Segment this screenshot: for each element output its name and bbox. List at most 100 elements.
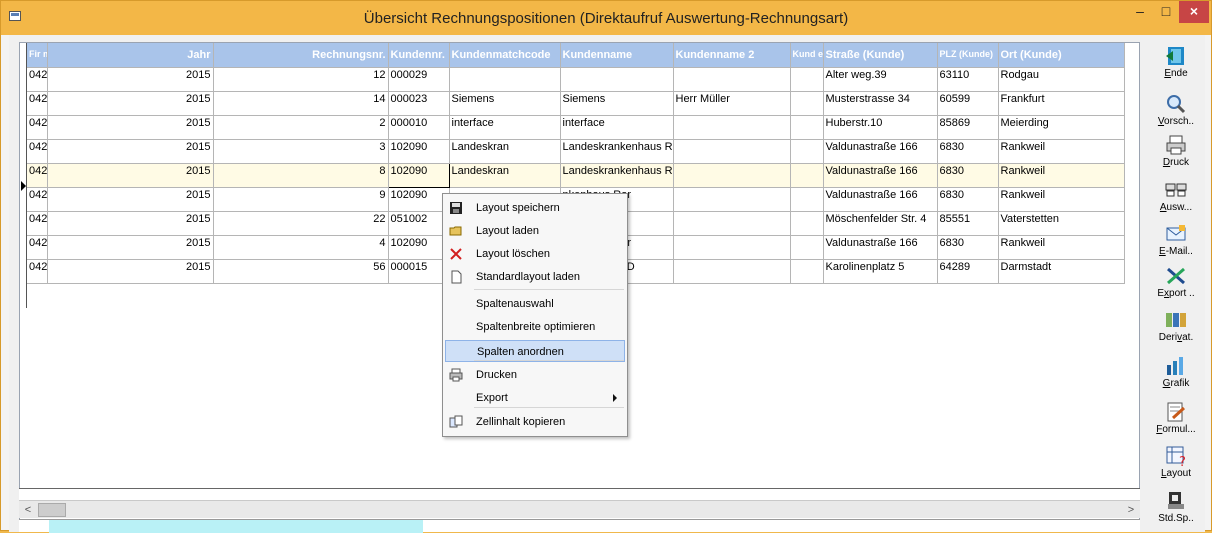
context-menu-item-drucken[interactable]: Drucken bbox=[445, 364, 625, 386]
cell-kundenna[interactable] bbox=[790, 259, 824, 284]
context-menu-item-layout-laden[interactable]: Layout laden bbox=[445, 220, 625, 242]
cell-plz[interactable]: 6830 bbox=[937, 187, 999, 212]
cell-matchcode[interactable]: Landeskran bbox=[449, 139, 561, 164]
cell-kundenna[interactable] bbox=[790, 115, 824, 140]
cell-rechnungsnr[interactable]: 14 bbox=[213, 91, 389, 116]
cell-kundennr[interactable]: 000023 bbox=[388, 91, 450, 116]
cell-plz[interactable]: 85551 bbox=[937, 211, 999, 236]
cell-kundenname2[interactable] bbox=[673, 187, 791, 212]
cell-firm[interactable]: 042 bbox=[27, 163, 48, 188]
cell-plz[interactable]: 64289 bbox=[937, 259, 999, 284]
cell-kundenname[interactable]: Landeskrankenhaus Rar bbox=[560, 163, 674, 188]
cell-kundennr[interactable]: 000010 bbox=[388, 115, 450, 140]
cell-matchcode[interactable] bbox=[449, 67, 561, 92]
cell-matchcode[interactable]: interface bbox=[449, 115, 561, 140]
cell-kundenname2[interactable] bbox=[673, 235, 791, 260]
cell-firm[interactable]: 042 bbox=[27, 259, 48, 284]
context-menu-item-layout-speichern[interactable]: Layout speichern bbox=[445, 197, 625, 219]
scroll-left-button[interactable]: < bbox=[21, 503, 35, 517]
cell-jahr[interactable]: 2015 bbox=[47, 211, 214, 236]
cell-ort[interactable]: Darmstadt bbox=[998, 259, 1125, 284]
close-button[interactable]: × bbox=[1179, 1, 1209, 23]
cell-ort[interactable]: Rodgau bbox=[998, 67, 1125, 92]
cell-plz[interactable]: 6830 bbox=[937, 235, 999, 260]
column-header-matchcode[interactable]: Kundenmatchcode bbox=[449, 43, 561, 68]
maximize-button[interactable]: □ bbox=[1153, 1, 1179, 23]
column-header-kundenna[interactable]: Kund enna bbox=[790, 43, 824, 68]
cell-matchcode[interactable]: Siemens bbox=[449, 91, 561, 116]
cell-kundenna[interactable] bbox=[790, 187, 824, 212]
cell-kundenna[interactable] bbox=[790, 211, 824, 236]
cell-kundenna[interactable] bbox=[790, 67, 824, 92]
cell-jahr[interactable]: 2015 bbox=[47, 139, 214, 164]
cell-jahr[interactable]: 2015 bbox=[47, 115, 214, 140]
cell-kundenname2[interactable] bbox=[673, 67, 791, 92]
cell-strasse[interactable]: Karolinenplatz 5 bbox=[823, 259, 938, 284]
context-menu-item-spaltenbreite-optimieren[interactable]: Spaltenbreite optimieren bbox=[445, 316, 625, 338]
toolbar-grafik-button[interactable]: Grafik bbox=[1148, 355, 1204, 389]
column-header-ort[interactable]: Ort (Kunde) bbox=[998, 43, 1125, 68]
cell-firm[interactable]: 042 bbox=[27, 67, 48, 92]
context-menu-item-spaltenauswahl[interactable]: Spaltenauswahl bbox=[445, 293, 625, 315]
cell-kundenname[interactable]: Landeskrankenhaus Rar bbox=[560, 139, 674, 164]
cell-kundennr[interactable]: 000015 bbox=[388, 259, 450, 284]
cell-matchcode[interactable]: Landeskran bbox=[449, 163, 561, 188]
cell-strasse[interactable]: Möschenfelder Str. 4 bbox=[823, 211, 938, 236]
cell-kundenna[interactable] bbox=[790, 91, 824, 116]
cell-rechnungsnr[interactable]: 2 bbox=[213, 115, 389, 140]
toolbar-stdsp-button[interactable]: Std.Sp.. bbox=[1148, 490, 1204, 524]
table-row[interactable]: 042 2015 14 000023 Siemens Siemens Herr Müller… bbox=[27, 91, 1125, 116]
context-menu-item-layout-löschen[interactable]: Layout löschen bbox=[445, 243, 625, 265]
minimize-button[interactable]: – bbox=[1127, 1, 1153, 23]
cell-rechnungsnr[interactable]: 12 bbox=[213, 67, 389, 92]
cell-strasse[interactable]: Valdunastraße 166 bbox=[823, 139, 938, 164]
cell-ort[interactable]: Meierding bbox=[998, 115, 1125, 140]
cell-strasse[interactable]: Valdunastraße 166 bbox=[823, 235, 938, 260]
toolbar-email-button[interactable]: E-Mail.. bbox=[1148, 223, 1204, 257]
cell-plz[interactable]: 6830 bbox=[937, 163, 999, 188]
table-row[interactable]: 042 2015 8 102090 Landeskran Landeskrankenhau… bbox=[27, 162, 1125, 188]
context-menu-item-zellinhalt-kopieren[interactable]: Zellinhalt kopieren bbox=[445, 411, 625, 433]
cell-kundennr[interactable]: 000029 bbox=[388, 67, 450, 92]
cell-jahr[interactable]: 2015 bbox=[47, 91, 214, 116]
cell-ort[interactable]: Rankweil bbox=[998, 187, 1125, 212]
toolbar-export-button[interactable]: Export .. bbox=[1148, 265, 1204, 299]
cell-firm[interactable]: 042 bbox=[27, 187, 48, 212]
toolbar-layout-button[interactable]: ? Layout bbox=[1148, 445, 1204, 479]
column-header-kundenname[interactable]: Kundenname bbox=[560, 43, 674, 68]
context-menu-item-standardlayout-laden[interactable]: Standardlayout laden bbox=[445, 266, 625, 288]
cell-kundenname[interactable]: Siemens bbox=[560, 91, 674, 116]
column-header-plz[interactable]: PLZ (Kunde) bbox=[937, 43, 999, 68]
scroll-right-button[interactable]: > bbox=[1124, 503, 1138, 517]
column-header-jahr[interactable]: Jahr bbox=[47, 43, 214, 68]
cell-rechnungsnr[interactable]: 9 bbox=[213, 187, 389, 212]
cell-kundenna[interactable] bbox=[790, 163, 824, 188]
cell-plz[interactable]: 60599 bbox=[937, 91, 999, 116]
cell-kundenname2[interactable] bbox=[673, 211, 791, 236]
table-row[interactable]: 042 2015 12 000029 Alter weg.39 63110 Rodgau bbox=[27, 67, 1125, 92]
cell-kundennr[interactable]: 102090 bbox=[388, 235, 450, 260]
cell-strasse[interactable]: Alter weg.39 bbox=[823, 67, 938, 92]
cell-kundenname[interactable]: interface bbox=[560, 115, 674, 140]
cell-ort[interactable]: Rankweil bbox=[998, 139, 1125, 164]
cell-jahr[interactable]: 2015 bbox=[47, 163, 214, 188]
toolbar-formul-button[interactable]: Formul... bbox=[1148, 401, 1204, 435]
scroll-thumb[interactable] bbox=[38, 503, 66, 517]
cell-strasse[interactable]: Valdunastraße 166 bbox=[823, 163, 938, 188]
cell-firm[interactable]: 042 bbox=[27, 115, 48, 140]
column-header-rechnungsnr[interactable]: Rechnungsnr. bbox=[213, 43, 389, 68]
cell-firm[interactable]: 042 bbox=[27, 91, 48, 116]
cell-plz[interactable]: 85869 bbox=[937, 115, 999, 140]
cell-kundenname2[interactable] bbox=[673, 139, 791, 164]
cell-jahr[interactable]: 2015 bbox=[47, 187, 214, 212]
toolbar-ende-button[interactable]: Ende bbox=[1148, 45, 1204, 79]
horizontal-scrollbar[interactable]: < > bbox=[19, 500, 1140, 518]
cell-kundenname2[interactable] bbox=[673, 115, 791, 140]
cell-jahr[interactable]: 2015 bbox=[47, 67, 214, 92]
cell-firm[interactable]: 042 bbox=[27, 211, 48, 236]
cell-kundenname2[interactable] bbox=[673, 163, 791, 188]
toolbar-derivat-button[interactable]: Derivat. bbox=[1148, 309, 1204, 343]
cell-kundennr[interactable]: 102090 bbox=[387, 162, 450, 188]
cell-strasse[interactable]: Huberstr.10 bbox=[823, 115, 938, 140]
cell-rechnungsnr[interactable]: 3 bbox=[213, 139, 389, 164]
